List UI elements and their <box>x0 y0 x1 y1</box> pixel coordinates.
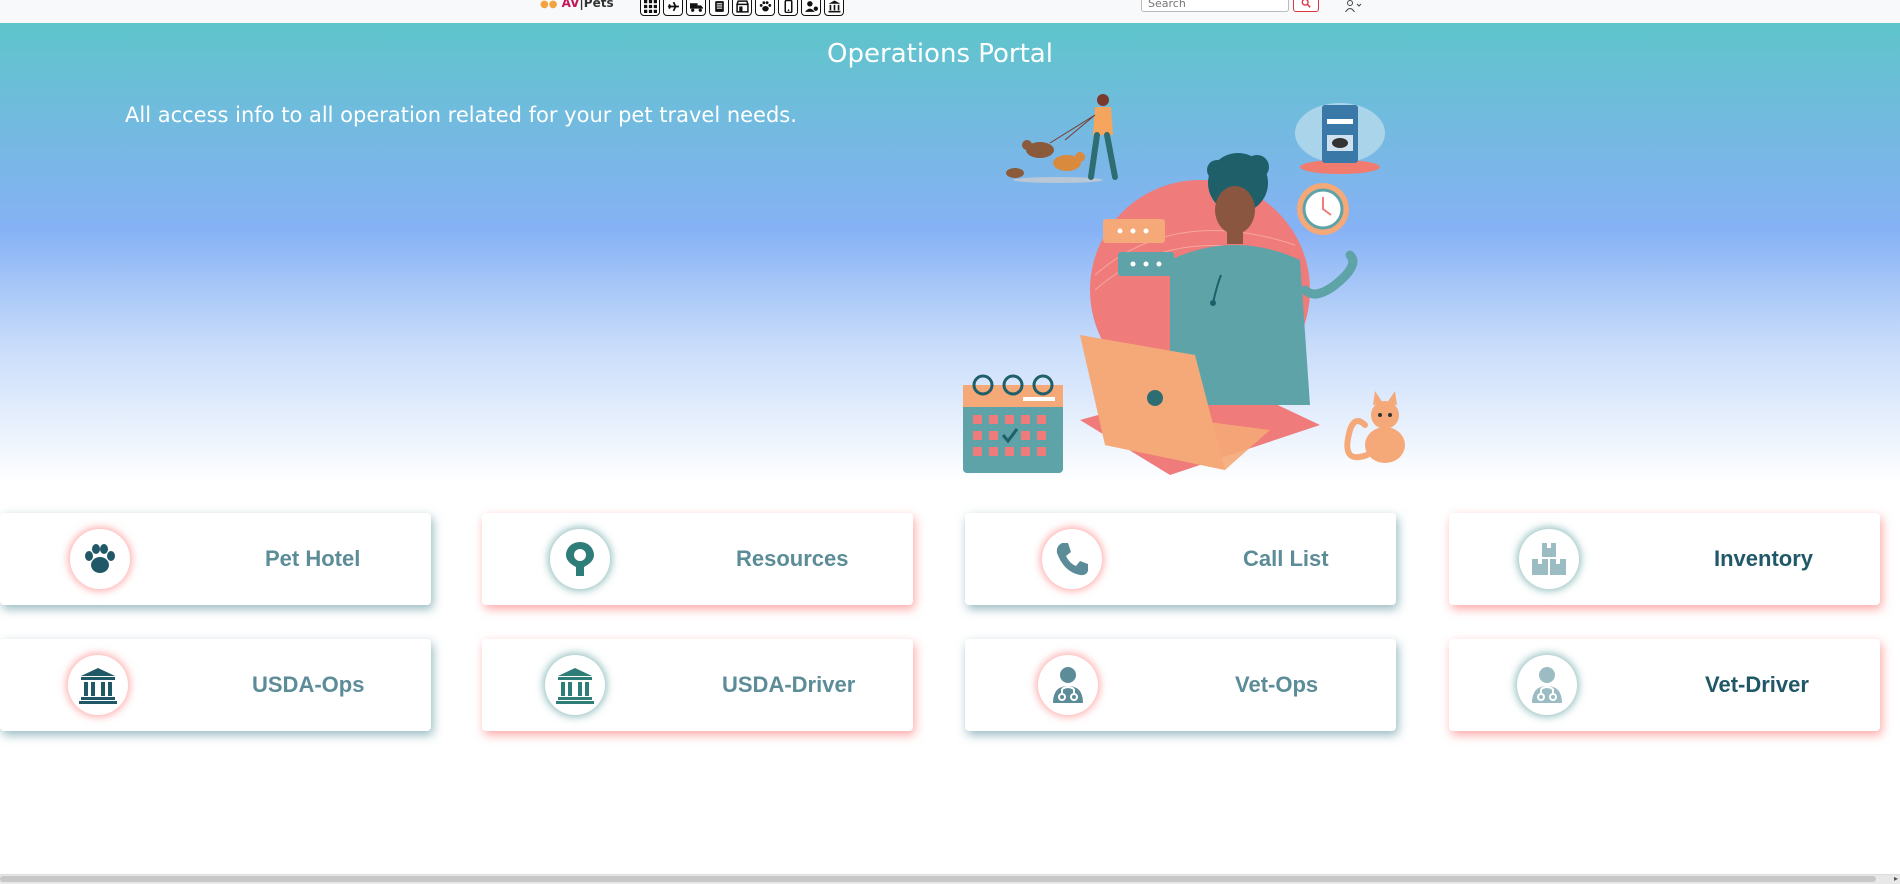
card-icon-circle <box>545 655 605 715</box>
grid-icon[interactable] <box>640 0 660 16</box>
card-icon-circle <box>1038 655 1098 715</box>
card-icon-circle <box>550 529 610 589</box>
card-label: Pet Hotel <box>265 546 361 571</box>
card-label: USDA-Driver <box>722 672 856 697</box>
bank-icon <box>79 668 117 704</box>
card-label: Inventory <box>1714 546 1814 571</box>
user-menu-icon[interactable] <box>1345 0 1363 12</box>
card-icon-circle <box>68 655 128 715</box>
paw-icon[interactable] <box>755 0 775 16</box>
card-vet-driver[interactable]: Vet-Driver <box>1449 639 1880 731</box>
doctor-icon <box>1532 667 1562 703</box>
search-icon <box>1301 0 1311 8</box>
scrollbar-thumb[interactable] <box>0 876 1876 882</box>
card-icon-circle <box>1519 529 1579 589</box>
card-call-list[interactable]: Call List <box>965 513 1396 605</box>
card-usda-driver[interactable]: USDA-Driver <box>482 639 913 731</box>
card-label: USDA-Ops <box>252 672 365 697</box>
pet-food-illustration <box>1295 103 1385 174</box>
phone-receiver-illustration <box>1300 250 1358 299</box>
brand-logo[interactable]: ●● AV|Pets <box>540 0 614 10</box>
card-resources[interactable]: Resources <box>482 513 913 605</box>
logo-text: Pets <box>583 0 614 10</box>
calendar-illustration <box>963 374 1063 473</box>
card-label: Call List <box>1243 546 1329 571</box>
search-input[interactable] <box>1141 0 1289 12</box>
card-icon-circle <box>70 529 130 589</box>
search-button[interactable] <box>1293 0 1319 12</box>
plane-icon[interactable] <box>663 0 683 16</box>
logo-prefix: AV <box>561 0 580 10</box>
card-pet-hotel[interactable]: Pet Hotel <box>0 513 431 605</box>
quick-nav-icons <box>640 0 844 16</box>
card-label: Resources <box>736 546 849 571</box>
phone-icon <box>1056 543 1088 576</box>
boxes-icon <box>1532 543 1566 575</box>
paw-icon <box>85 544 115 573</box>
card-icon-circle <box>1042 529 1102 589</box>
card-vet-ops[interactable]: Vet-Ops <box>965 639 1396 731</box>
dog-walker-illustration <box>1006 94 1118 183</box>
bank-icon[interactable] <box>824 0 844 16</box>
bank-icon <box>556 668 594 704</box>
location-pin-icon <box>566 542 594 576</box>
cat-illustration <box>1344 391 1405 463</box>
operations-illustration <box>963 94 1405 475</box>
card-label: Vet-Ops <box>1235 672 1319 697</box>
card-usda-ops[interactable]: USDA-Ops <box>0 639 431 731</box>
card-label: Vet-Driver <box>1705 672 1809 697</box>
hero-banner: Operations Portal All access info to all… <box>0 23 1900 483</box>
clipboard-icon[interactable] <box>709 0 729 16</box>
hero-subtitle: All access info to all operation related… <box>125 103 797 127</box>
clock-icon <box>1297 183 1349 235</box>
truck-icon[interactable] <box>686 0 706 16</box>
user-badge-icon[interactable] <box>801 0 821 16</box>
mobile-phone-icon[interactable] <box>778 0 798 16</box>
shop-icon[interactable] <box>732 0 752 16</box>
card-icon-circle <box>1517 655 1577 715</box>
doctor-icon <box>1053 667 1083 703</box>
top-navbar: ●● AV|Pets <box>0 0 1900 24</box>
paw-prints-icon: ●● <box>540 0 558 10</box>
scroll-right-arrow-icon[interactable]: ▸ <box>1894 874 1898 883</box>
page-title: Operations Portal <box>827 39 1053 69</box>
card-inventory[interactable]: Inventory <box>1449 513 1880 605</box>
